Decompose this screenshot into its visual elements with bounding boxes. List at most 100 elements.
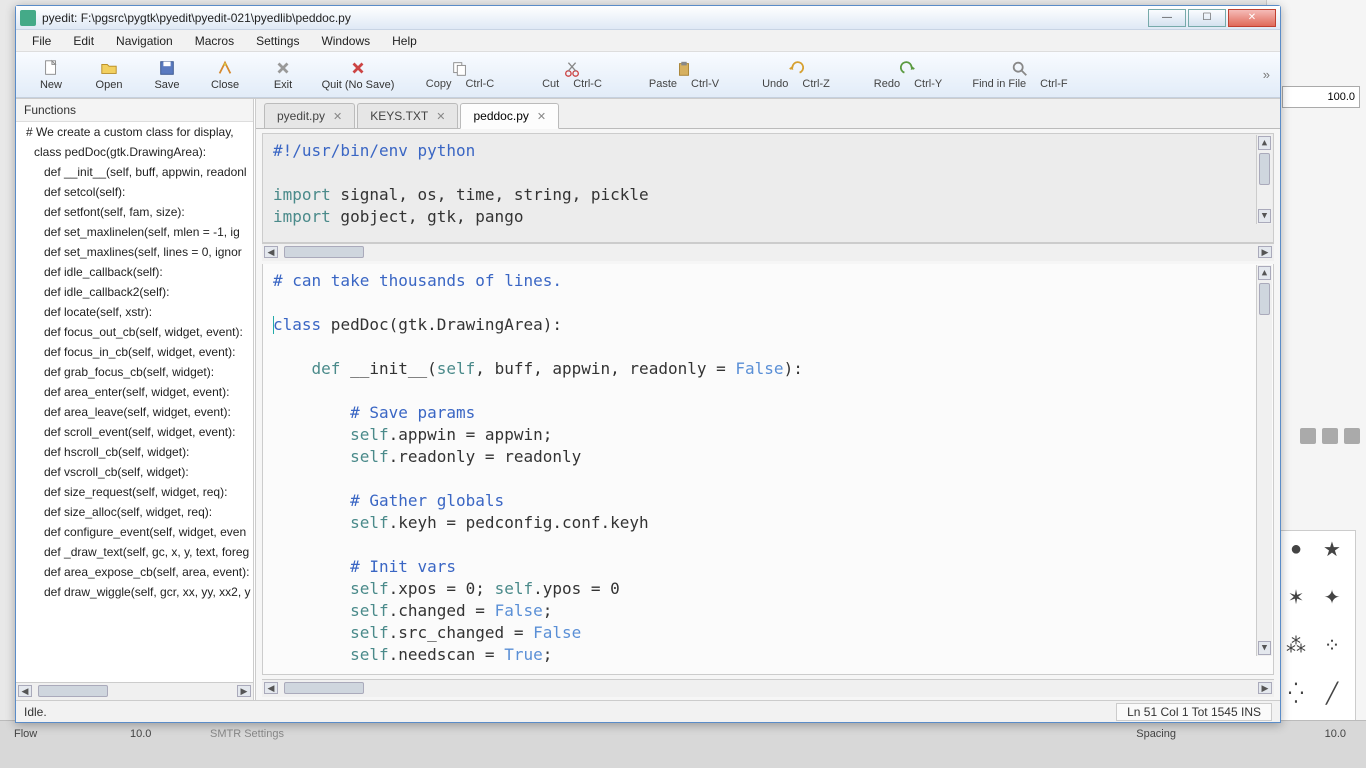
scroll-thumb[interactable] (284, 246, 364, 258)
function-item[interactable]: def area_leave(self, widget, event): (16, 402, 253, 422)
function-item[interactable]: def set_maxlinelen(self, mlen = -1, ig (16, 222, 253, 242)
code-editor[interactable]: # can take thousands of lines. class ped… (262, 264, 1274, 675)
minimize-button[interactable]: — (1148, 9, 1186, 27)
function-item[interactable]: def draw_wiggle(self, gcr, xx, yy, xx2, … (16, 582, 253, 602)
function-item[interactable]: class pedDoc(gtk.DrawingArea): (16, 142, 253, 162)
smtr-label: SMTR Settings (210, 728, 284, 740)
brush-scatter-icon[interactable]: ✦ (1317, 583, 1347, 611)
spacing-value: 10.0 (1325, 728, 1346, 740)
function-item[interactable]: def locate(self, xstr): (16, 302, 253, 322)
vscroll[interactable]: ▲▼ (1256, 265, 1272, 656)
bg-spin[interactable]: 100.0 (1282, 86, 1360, 108)
code-top-hscroll[interactable]: ◀ ▶ (262, 243, 1274, 261)
function-item[interactable]: def area_expose_cb(self, area, event): (16, 562, 253, 582)
maximize-button[interactable]: ☐ (1188, 9, 1226, 27)
scroll-thumb[interactable] (284, 682, 364, 694)
menu-navigation[interactable]: Navigation (106, 32, 183, 50)
tab-keys[interactable]: KEYS.TXT✕ (357, 103, 458, 128)
function-item[interactable]: # We create a custom class for display, (16, 122, 253, 142)
brush-dot-icon[interactable]: ● (1281, 535, 1311, 563)
menu-file[interactable]: File (22, 32, 61, 50)
scroll-right-icon[interactable]: ▶ (237, 685, 251, 697)
status-message: Idle. (24, 705, 1116, 719)
function-item[interactable]: def __init__(self, buff, appwin, readonl (16, 162, 253, 182)
undo-button[interactable]: UndoCtrl-Z (740, 60, 852, 90)
brush-palette[interactable]: ● ★ ✶ ✦ ⁂ ⁘ ⁛ ╱ (1276, 530, 1356, 730)
exit-button[interactable]: Exit (254, 57, 312, 93)
vscroll[interactable]: ▲▼ (1256, 135, 1272, 224)
app-icon (20, 10, 36, 26)
brush-line-icon[interactable]: ╱ (1317, 679, 1347, 707)
scroll-up-icon[interactable]: ▲ (1258, 136, 1271, 150)
function-item[interactable]: def size_request(self, widget, req): (16, 482, 253, 502)
scroll-right-icon[interactable]: ▶ (1258, 682, 1272, 694)
scroll-down-icon[interactable]: ▼ (1258, 209, 1271, 223)
toolbar-overflow-icon[interactable]: » (1253, 67, 1280, 82)
scroll-thumb[interactable] (1259, 283, 1270, 315)
close-icon[interactable]: ✕ (333, 110, 342, 123)
bg-mini-icon[interactable] (1322, 428, 1338, 444)
function-item[interactable]: def configure_event(self, widget, even (16, 522, 253, 542)
function-item[interactable]: def scroll_event(self, widget, event): (16, 422, 253, 442)
statusbar: Idle. Ln 51 Col 1 Tot 1545 INS (16, 700, 1280, 722)
function-item[interactable]: def setcol(self): (16, 182, 253, 202)
copy-button[interactable]: CopyCtrl-C (404, 60, 516, 90)
bg-mini-icon[interactable] (1344, 428, 1360, 444)
function-item[interactable]: def setfont(self, fam, size): (16, 202, 253, 222)
function-item[interactable]: def set_maxlines(self, lines = 0, ignor (16, 242, 253, 262)
close-doc-button[interactable]: Close (196, 57, 254, 93)
scroll-down-icon[interactable]: ▼ (1258, 641, 1271, 655)
open-button[interactable]: Open (80, 57, 138, 93)
scroll-left-icon[interactable]: ◀ (18, 685, 32, 697)
quit-nosave-button[interactable]: Quit (No Save) (312, 57, 404, 93)
scroll-left-icon[interactable]: ◀ (264, 246, 278, 258)
function-item[interactable]: def _draw_text(self, gc, x, y, text, for… (16, 542, 253, 562)
function-item[interactable]: def grab_focus_cb(self, widget): (16, 362, 253, 382)
code-header-pane[interactable]: #!/usr/bin/env python import signal, os,… (262, 133, 1274, 243)
close-icon[interactable]: ✕ (537, 110, 546, 123)
function-item[interactable]: def hscroll_cb(self, widget): (16, 442, 253, 462)
find-button[interactable]: Find in FileCtrl-F (964, 60, 1076, 90)
titlebar[interactable]: pyedit: F:\pgsrc\pygtk\pyedit\pyedit-021… (16, 6, 1280, 30)
scroll-thumb[interactable] (38, 685, 108, 697)
function-item[interactable]: def focus_in_cb(self, widget, event): (16, 342, 253, 362)
menu-help[interactable]: Help (382, 32, 427, 50)
function-item[interactable]: def vscroll_cb(self, widget): (16, 462, 253, 482)
function-item[interactable]: def idle_callback2(self): (16, 282, 253, 302)
menubar: File Edit Navigation Macros Settings Win… (16, 30, 1280, 52)
function-item[interactable]: def area_enter(self, widget, event): (16, 382, 253, 402)
tab-peddoc[interactable]: peddoc.py✕ (460, 103, 559, 129)
flow-label: Flow (14, 728, 37, 740)
cut-button[interactable]: CutCtrl-C (516, 60, 628, 90)
menu-macros[interactable]: Macros (185, 32, 244, 50)
brush-noise-icon[interactable]: ⁘ (1317, 631, 1347, 659)
function-item[interactable]: def idle_callback(self): (16, 262, 253, 282)
redo-button[interactable]: RedoCtrl-Y (852, 60, 964, 90)
desktop-taskbar-strip: Flow 10.0 SMTR Settings Spacing 10.0 (0, 720, 1366, 768)
scroll-up-icon[interactable]: ▲ (1258, 266, 1271, 280)
menu-edit[interactable]: Edit (63, 32, 104, 50)
functions-sidebar: Functions # We create a custom class for… (16, 99, 256, 700)
function-list[interactable]: # We create a custom class for display,c… (16, 122, 253, 682)
code-main-hscroll[interactable]: ◀ ▶ (262, 679, 1274, 697)
tab-pyedit[interactable]: pyedit.py✕ (264, 103, 355, 128)
new-button[interactable]: New (22, 57, 80, 93)
brush-star-icon[interactable]: ★ (1317, 535, 1347, 563)
bg-icon-row (1282, 428, 1360, 448)
scroll-right-icon[interactable]: ▶ (1258, 246, 1272, 258)
function-item[interactable]: def focus_out_cb(self, widget, event): (16, 322, 253, 342)
menu-settings[interactable]: Settings (246, 32, 309, 50)
scroll-thumb[interactable] (1259, 153, 1270, 185)
menu-windows[interactable]: Windows (311, 32, 380, 50)
function-item[interactable]: def size_alloc(self, widget, req): (16, 502, 253, 522)
brush-grain-icon[interactable]: ⁂ (1281, 631, 1311, 659)
scroll-left-icon[interactable]: ◀ (264, 682, 278, 694)
bg-mini-icon[interactable] (1300, 428, 1316, 444)
brush-spray-icon[interactable]: ✶ (1281, 583, 1311, 611)
paste-button[interactable]: PasteCtrl-V (628, 60, 740, 90)
close-icon[interactable]: ✕ (436, 110, 445, 123)
save-button[interactable]: Save (138, 57, 196, 93)
sidebar-hscroll[interactable]: ◀ ▶ (16, 682, 253, 700)
close-button[interactable]: ✕ (1228, 9, 1276, 27)
brush-dots-icon[interactable]: ⁛ (1281, 679, 1311, 707)
